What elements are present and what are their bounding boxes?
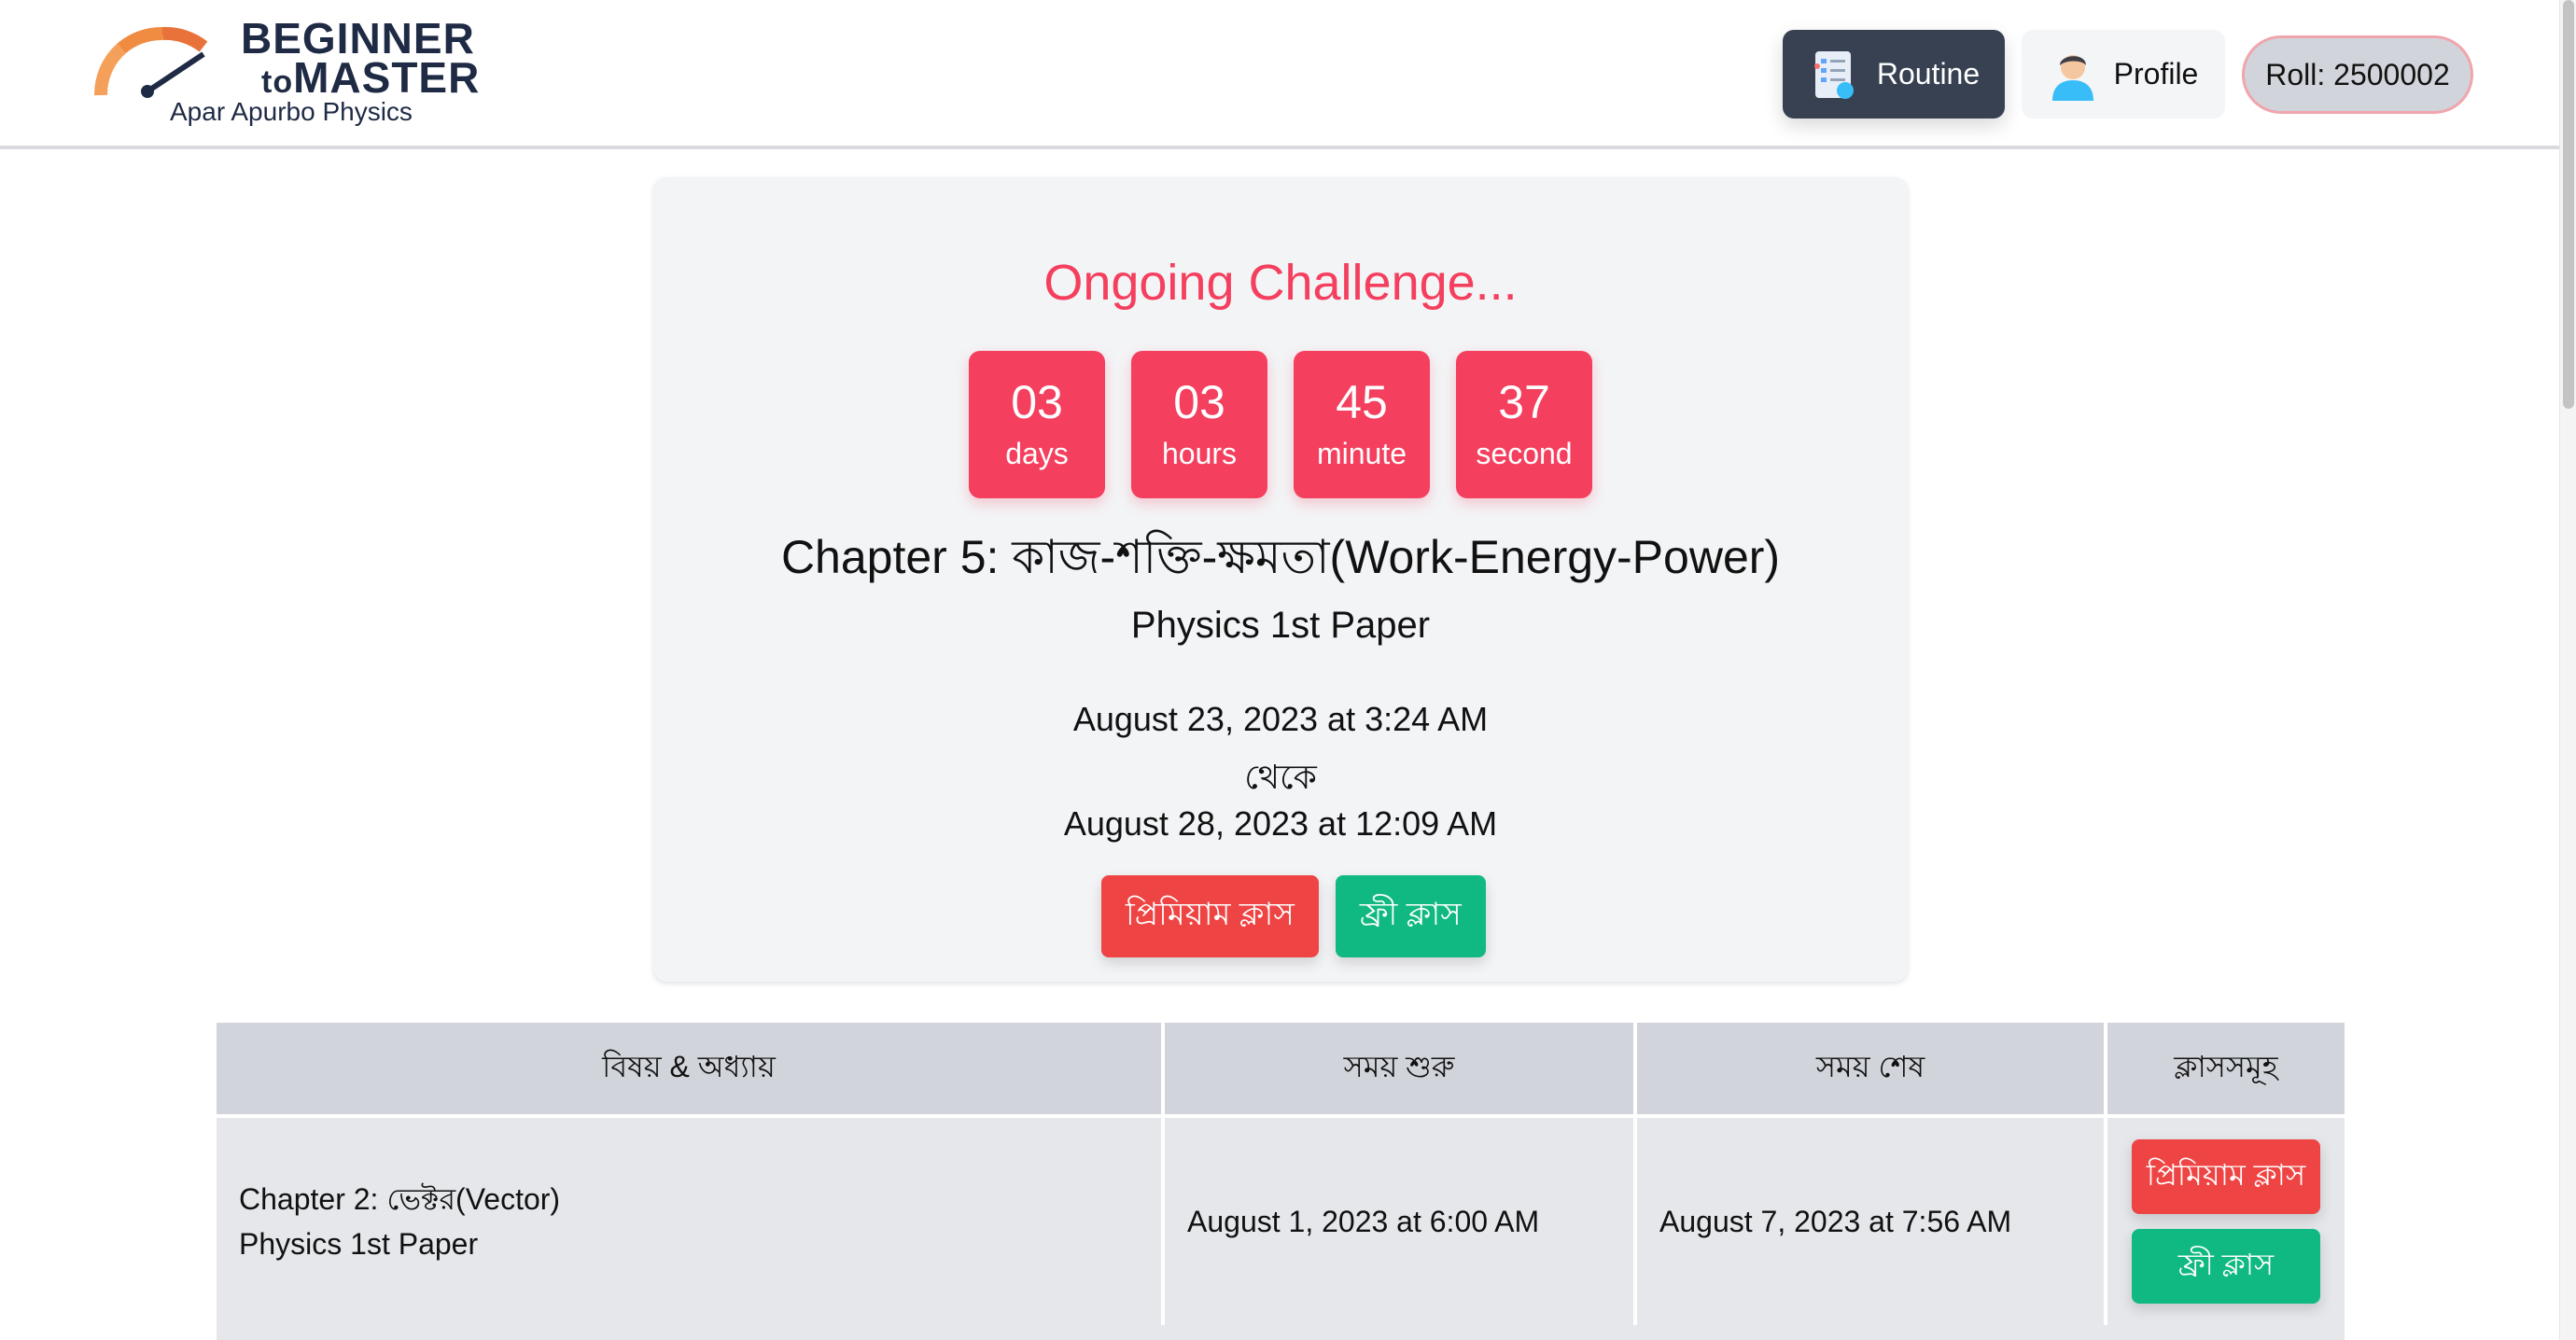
free-class-button[interactable]: ফ্রী ক্লাস xyxy=(1335,875,1486,957)
challenge-date-connector: থেকে xyxy=(1244,758,1317,796)
table-row-partial xyxy=(217,1325,2345,1340)
countdown-unit: minute xyxy=(1316,437,1407,470)
scrollbar-thumb[interactable] xyxy=(2563,0,2574,409)
challenge-start-date: August 23, 2023 at 3:24 AM xyxy=(1072,700,1489,738)
routine-document-icon xyxy=(1813,50,1854,99)
brand-title-to: to xyxy=(261,64,294,100)
header-classes: ক্লাসসমূহ xyxy=(2174,1050,2278,1083)
header-start-time: সময় শুরু xyxy=(1165,1023,1637,1114)
row-chapter: Chapter 2: ভেক্টর(Vector) xyxy=(239,1182,561,1216)
countdown-timer: 03 days 03 hours 45 minute 37 second xyxy=(969,351,1592,498)
row-premium-class-button[interactable]: প্রিমিয়াম ক্লাস xyxy=(2132,1139,2320,1214)
challenge-heading: Ongoing Challenge... xyxy=(1043,255,1518,311)
table-row: Chapter 2: ভেক্টর(Vector) Physics 1st Pa… xyxy=(217,1114,2345,1325)
routine-button[interactable]: Routine xyxy=(1783,30,2005,119)
countdown-unit: days xyxy=(1005,437,1069,470)
countdown-days: 03 days xyxy=(969,351,1105,498)
roll-label: Roll: 2500002 xyxy=(2265,57,2450,91)
brand-title-master: MASTER xyxy=(293,53,481,102)
challenge-end-date: August 28, 2023 at 12:09 AM xyxy=(1063,804,1498,843)
challenge-paper: Physics 1st Paper xyxy=(1130,605,1431,646)
countdown-unit: second xyxy=(1476,437,1573,470)
countdown-value: 03 xyxy=(1173,376,1225,428)
header-end-time: সময় শেষ xyxy=(1637,1023,2107,1114)
cell-end-time: August 7, 2023 at 7:56 AM xyxy=(1637,1118,2107,1325)
challenge-class-buttons: প্রিমিয়াম ক্লাস ফ্রী ক্লাস xyxy=(1101,875,1486,957)
countdown-value: 03 xyxy=(1011,376,1063,428)
challenge-chapter-title: Chapter 5: কাজ-শক্তি-ক্ষমতা(Work-Energy-… xyxy=(780,531,1781,583)
routine-label: Routine xyxy=(1876,57,1981,91)
countdown-value: 37 xyxy=(1498,376,1550,428)
countdown-unit: hours xyxy=(1161,437,1238,470)
countdown-minutes: 45 minute xyxy=(1294,351,1430,498)
countdown-seconds: 37 second xyxy=(1456,351,1592,498)
brand-logo[interactable]: BEGINNER toMASTER Apar Apurbo Physics xyxy=(93,13,485,134)
speedometer-icon xyxy=(93,26,208,98)
header-subject-chapter: বিষয় & অধ্যায় xyxy=(217,1023,1165,1114)
page-scrollbar[interactable] xyxy=(2559,0,2576,1340)
brand-title-line2: toMASTER xyxy=(261,52,480,103)
cell-start-time: August 1, 2023 at 6:00 AM xyxy=(1165,1118,1637,1325)
row-free-class-button[interactable]: ফ্রী ক্লাস xyxy=(2132,1229,2320,1304)
ongoing-challenge-card: Ongoing Challenge... 03 days 03 hours 45… xyxy=(653,177,1908,982)
brand-subtitle: Apar Apurbo Physics xyxy=(170,97,413,126)
countdown-value: 45 xyxy=(1336,376,1388,428)
user-avatar-icon xyxy=(2051,54,2093,101)
premium-class-button[interactable]: প্রিমিয়াম ক্লাস xyxy=(1101,875,1319,957)
table-header-row: বিষয় & অধ্যায় সময় শুরু সময় শেষ ক্লাস… xyxy=(217,1023,2345,1114)
row-paper: Physics 1st Paper xyxy=(239,1227,479,1261)
countdown-hours: 03 hours xyxy=(1131,351,1267,498)
cell-subject: Chapter 2: ভেক্টর(Vector) Physics 1st Pa… xyxy=(217,1118,1165,1325)
roll-badge[interactable]: Roll: 2500002 xyxy=(2242,35,2473,114)
profile-button[interactable]: Profile xyxy=(2022,30,2225,119)
top-header: BEGINNER toMASTER Apar Apurbo Physics Ro… xyxy=(0,0,2576,149)
cell-classes: প্রিমিয়াম ক্লাস ফ্রী ক্লাস xyxy=(2107,1118,2345,1325)
profile-label: Profile xyxy=(2113,57,2199,91)
routine-table: বিষয় & অধ্যায় সময় শুরু সময় শেষ ক্লাস… xyxy=(217,1023,2345,1325)
